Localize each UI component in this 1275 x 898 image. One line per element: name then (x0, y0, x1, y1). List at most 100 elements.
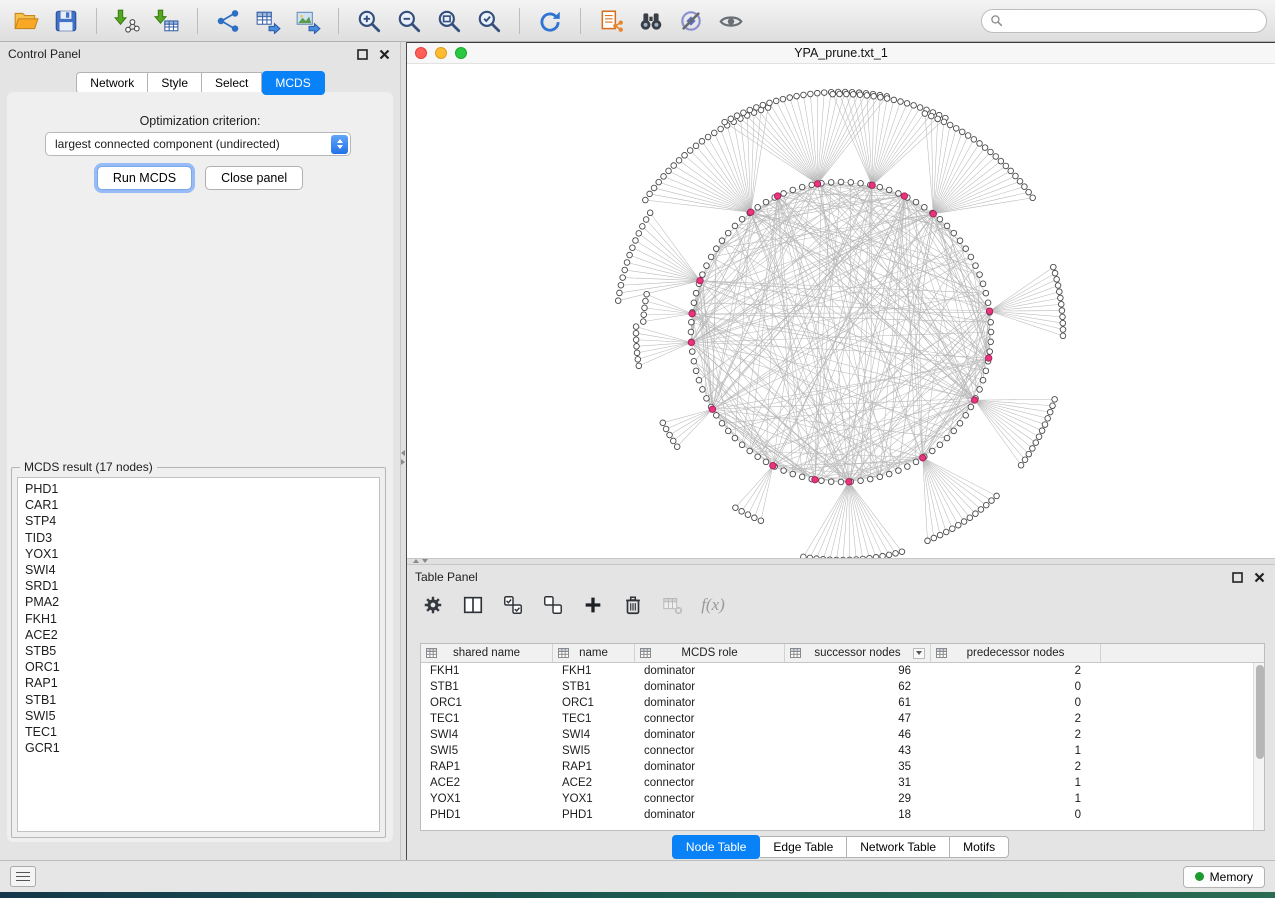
run-mcds-button[interactable]: Run MCDS (97, 166, 192, 190)
table-cell[interactable]: ACE2 (421, 777, 553, 789)
table-cell[interactable]: 18 (785, 809, 931, 821)
table-cell[interactable]: ORC1 (553, 697, 635, 709)
table-cell[interactable]: 96 (785, 665, 931, 677)
tab-mcds[interactable]: MCDS (262, 71, 324, 95)
table-cell[interactable]: SWI5 (421, 745, 553, 757)
table-cell[interactable]: PHD1 (553, 809, 635, 821)
table-cell[interactable]: FKH1 (553, 665, 635, 677)
table-cell[interactable]: 0 (931, 809, 1101, 821)
memory-button[interactable]: Memory (1183, 866, 1265, 888)
mcds-result-item[interactable]: STP4 (18, 513, 379, 529)
vertical-splitter[interactable] (400, 42, 407, 860)
delete-column-button[interactable] (619, 591, 647, 619)
table-row[interactable]: YOX1YOX1connector291 (421, 791, 1264, 807)
zoom-selected-button[interactable] (471, 4, 507, 38)
column-header-successor-nodes[interactable]: successor nodes (785, 644, 931, 662)
mcds-result-item[interactable]: RAP1 (18, 675, 379, 691)
table-cell[interactable]: 61 (785, 697, 931, 709)
close-panel-button[interactable] (1251, 569, 1267, 585)
search-input[interactable] (1008, 13, 1258, 29)
mcds-result-item[interactable]: TEC1 (18, 724, 379, 740)
mcds-result-item[interactable]: STB1 (18, 692, 379, 708)
tab-motifs[interactable]: Motifs (950, 836, 1009, 858)
zoom-fit-button[interactable] (431, 4, 467, 38)
column-header-name[interactable]: name (553, 644, 635, 662)
mcds-result-item[interactable]: STB5 (18, 643, 379, 659)
table-cell[interactable]: dominator (635, 761, 785, 773)
table-cell[interactable]: 47 (785, 713, 931, 725)
mcds-result-item[interactable]: SWI5 (18, 708, 379, 724)
add-column-button[interactable] (579, 591, 607, 619)
criterion-select[interactable]: largest connected component (undirected) (45, 132, 351, 156)
mcds-result-item[interactable]: ORC1 (18, 659, 379, 675)
table-row[interactable]: PHD1PHD1dominator180 (421, 807, 1264, 823)
refresh-button[interactable] (532, 4, 568, 38)
sort-menu-icon[interactable] (913, 648, 925, 659)
table-cell[interactable]: SWI5 (553, 745, 635, 757)
table-cell[interactable]: TEC1 (421, 713, 553, 725)
table-cell[interactable]: 0 (931, 681, 1101, 693)
save-session-button[interactable] (48, 4, 84, 38)
table-cell[interactable]: 0 (931, 697, 1101, 709)
tab-edge-table[interactable]: Edge Table (760, 836, 847, 858)
select-all-button[interactable] (499, 591, 527, 619)
tab-network-table[interactable]: Network Table (847, 836, 950, 858)
table-cell[interactable]: YOX1 (421, 793, 553, 805)
table-cell[interactable]: connector (635, 793, 785, 805)
import-table-button[interactable] (149, 4, 185, 38)
mcds-result-item[interactable]: GCR1 (18, 740, 379, 756)
column-header-shared-name[interactable]: shared name (421, 644, 553, 662)
table-row[interactable]: RAP1RAP1dominator352 (421, 759, 1264, 775)
table-cell[interactable]: dominator (635, 665, 785, 677)
table-cell[interactable]: 1 (931, 745, 1101, 757)
column-header-MCDS-role[interactable]: MCDS role (635, 644, 785, 662)
tab-node-table[interactable]: Node Table (672, 835, 761, 859)
table-cell[interactable]: connector (635, 713, 785, 725)
table-row[interactable]: SWI5SWI5connector431 (421, 743, 1264, 759)
table-cell[interactable]: STB1 (421, 681, 553, 693)
table-cell[interactable]: 1 (931, 793, 1101, 805)
export-network-button[interactable] (210, 4, 246, 38)
table-cell[interactable]: STB1 (553, 681, 635, 693)
table-row[interactable]: TEC1TEC1connector472 (421, 711, 1264, 727)
table-cell[interactable]: dominator (635, 681, 785, 693)
table-cell[interactable]: TEC1 (553, 713, 635, 725)
close-panel-button-mcds[interactable]: Close panel (205, 166, 303, 190)
table-cell[interactable]: 35 (785, 761, 931, 773)
table-cell[interactable]: 2 (931, 761, 1101, 773)
mcds-result-item[interactable]: CAR1 (18, 497, 379, 513)
close-panel-button[interactable] (376, 46, 392, 62)
table-cell[interactable]: connector (635, 745, 785, 757)
table-cell[interactable]: RAP1 (421, 761, 553, 773)
deselect-all-button[interactable] (539, 591, 567, 619)
mcds-result-item[interactable]: PMA2 (18, 594, 379, 610)
table-cell[interactable]: ORC1 (421, 697, 553, 709)
mcds-result-item[interactable]: FKH1 (18, 611, 379, 627)
table-cell[interactable]: 2 (931, 665, 1101, 677)
table-cell[interactable]: SWI4 (421, 729, 553, 741)
mcds-result-item[interactable]: YOX1 (18, 546, 379, 562)
delete-table-button-disabled[interactable] (659, 591, 687, 619)
table-cell[interactable]: ACE2 (553, 777, 635, 789)
table-cell[interactable]: 62 (785, 681, 931, 693)
table-cell[interactable]: 29 (785, 793, 931, 805)
task-history-button[interactable] (10, 866, 36, 887)
float-panel-button[interactable] (354, 46, 370, 62)
table-cell[interactable]: 31 (785, 777, 931, 789)
mcds-result-item[interactable]: SWI4 (18, 562, 379, 578)
tab-select[interactable]: Select (202, 72, 262, 94)
network-canvas-svg[interactable] (407, 64, 1275, 558)
network-window-titlebar[interactable]: YPA_prune.txt_1 (407, 43, 1275, 64)
table-row[interactable]: ACE2ACE2connector311 (421, 775, 1264, 791)
clone-network-button[interactable] (593, 4, 629, 38)
show-columns-button[interactable] (459, 591, 487, 619)
table-cell[interactable]: dominator (635, 809, 785, 821)
table-cell[interactable]: 46 (785, 729, 931, 741)
tab-style[interactable]: Style (148, 72, 202, 94)
table-cell[interactable]: 2 (931, 729, 1101, 741)
zoom-out-button[interactable] (391, 4, 427, 38)
mcds-result-item[interactable]: TID3 (18, 530, 379, 546)
toggle-graphics-details-button[interactable] (673, 4, 709, 38)
mcds-result-item[interactable]: PHD1 (18, 481, 379, 497)
export-table-button[interactable] (250, 4, 286, 38)
